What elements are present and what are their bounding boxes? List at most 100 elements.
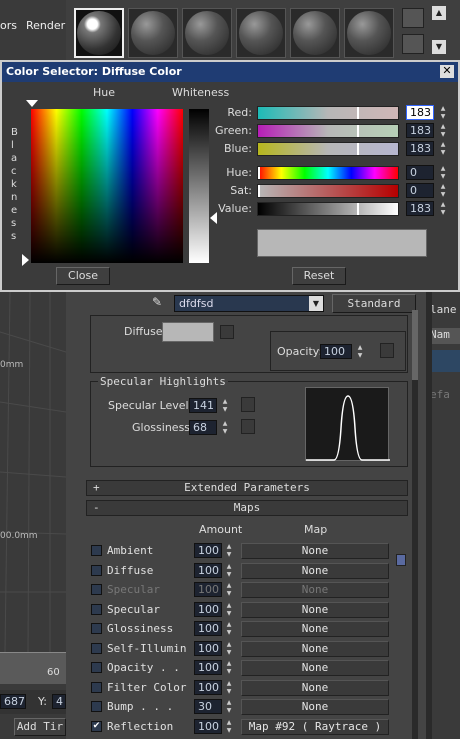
- scroll-up-icon[interactable]: ▲: [432, 6, 446, 20]
- map-slot-button[interactable]: None: [241, 562, 389, 579]
- coord-x-field[interactable]: 687: [0, 694, 26, 709]
- right-panel-scrollbar[interactable]: [426, 292, 432, 739]
- channel-value[interactable]: 183: [406, 105, 434, 120]
- material-dropdown-icon[interactable]: ▼: [309, 296, 323, 311]
- channel-spinner[interactable]: ▲ ▼: [439, 183, 447, 198]
- map-amount[interactable]: 100: [194, 601, 222, 617]
- pick-material-icon[interactable]: ✎: [152, 295, 162, 309]
- channel-spinner[interactable]: ▲ ▼: [439, 201, 447, 216]
- map-amount[interactable]: 100: [194, 640, 222, 656]
- right-panel-selection[interactable]: [430, 350, 460, 372]
- map-amount-spinner[interactable]: ▲ ▼: [225, 543, 233, 558]
- map-slot-button[interactable]: None: [241, 601, 389, 618]
- channel-spinner[interactable]: ▲ ▼: [439, 105, 447, 120]
- material-name-field[interactable]: dfdfsd ▼: [174, 295, 324, 312]
- channel-slider[interactable]: [257, 202, 399, 216]
- glossiness-spinner[interactable]: ▲ ▼: [221, 420, 229, 435]
- whiteness-bar[interactable]: [189, 109, 209, 263]
- map-enable-checkbox[interactable]: [91, 681, 102, 693]
- map-amount-spinner[interactable]: ▲ ▼: [225, 719, 233, 734]
- map-slot-button[interactable]: None: [241, 582, 389, 598]
- channel-slider-thumb[interactable]: [357, 125, 360, 137]
- add-time-tag-button[interactable]: Add Tir: [14, 718, 66, 736]
- map-enable-checkbox[interactable]: ✔: [91, 720, 102, 732]
- map-amount[interactable]: 100: [194, 660, 222, 675]
- map-enable-checkbox[interactable]: [91, 584, 102, 595]
- map-amount[interactable]: 100: [194, 621, 222, 636]
- map-slot-button[interactable]: None: [241, 640, 389, 657]
- blackness-pointer-icon[interactable]: [22, 254, 29, 266]
- specular-level-map-button[interactable]: [241, 397, 255, 412]
- channel-value[interactable]: 183: [406, 123, 434, 138]
- channel-slider-thumb[interactable]: [258, 167, 260, 179]
- material-type-button[interactable]: Standard: [332, 294, 416, 313]
- backlight-icon[interactable]: [402, 34, 424, 54]
- map-slot-button[interactable]: None: [241, 660, 389, 676]
- map-enable-checkbox[interactable]: [91, 603, 102, 615]
- channel-spinner[interactable]: ▲ ▼: [439, 123, 447, 138]
- channel-slider-thumb[interactable]: [357, 203, 360, 215]
- glossiness-map-button[interactable]: [241, 419, 255, 434]
- reset-button[interactable]: Reset: [292, 267, 346, 285]
- hue-pointer-icon[interactable]: [26, 100, 38, 107]
- map-amount[interactable]: 30: [194, 699, 222, 714]
- map-slot-button[interactable]: Map #92 ( Raytrace ): [241, 718, 389, 735]
- lock-icon[interactable]: [396, 554, 406, 566]
- channel-slider[interactable]: [257, 166, 399, 180]
- hue-blackness-field[interactable]: [31, 109, 183, 263]
- channel-value[interactable]: 183: [406, 141, 434, 156]
- sample-slot-5[interactable]: [290, 8, 340, 58]
- channel-slider[interactable]: [257, 142, 399, 156]
- sample-slot-3[interactable]: [182, 8, 232, 58]
- map-amount-spinner[interactable]: ▲ ▼: [225, 641, 233, 656]
- opacity-map-button[interactable]: [380, 343, 394, 358]
- time-ruler[interactable]: 60: [0, 652, 66, 684]
- opacity-spinner[interactable]: ▲ ▼: [356, 344, 364, 359]
- map-amount-spinner[interactable]: ▲ ▼: [225, 563, 233, 578]
- channel-slider[interactable]: [257, 106, 399, 120]
- channel-value[interactable]: 0: [406, 165, 434, 180]
- map-enable-checkbox[interactable]: [91, 701, 102, 712]
- map-amount-spinner[interactable]: ▲ ▼: [225, 680, 233, 695]
- dialog-titlebar[interactable]: Color Selector: Diffuse Color ✕: [2, 62, 458, 82]
- menu-item-2[interactable]: Renderi: [26, 19, 68, 32]
- map-amount-spinner[interactable]: ▲ ▼: [225, 582, 233, 597]
- channel-spinner[interactable]: ▲ ▼: [439, 141, 447, 156]
- sample-slot-4[interactable]: [236, 8, 286, 58]
- channel-value[interactable]: 183: [406, 201, 434, 216]
- channel-slider-thumb[interactable]: [258, 185, 260, 197]
- map-amount-spinner[interactable]: ▲ ▼: [225, 621, 233, 636]
- map-slot-button[interactable]: None: [241, 679, 389, 696]
- map-slot-button[interactable]: None: [241, 699, 389, 715]
- specular-level-spinner[interactable]: ▲ ▼: [221, 398, 229, 413]
- close-icon[interactable]: ✕: [440, 65, 454, 78]
- panel-scrollbar-thumb[interactable]: [412, 310, 418, 380]
- map-amount[interactable]: 100: [194, 718, 222, 734]
- map-enable-checkbox[interactable]: [91, 662, 102, 673]
- map-amount[interactable]: 100: [194, 543, 222, 558]
- coord-y-field[interactable]: 4: [52, 694, 66, 709]
- diffuse-color-swatch[interactable]: [162, 322, 214, 342]
- map-slot-button[interactable]: None: [241, 543, 389, 559]
- sample-slot-6[interactable]: [344, 8, 394, 58]
- close-button[interactable]: Close: [56, 267, 110, 285]
- channel-spinner[interactable]: ▲ ▼: [439, 165, 447, 180]
- sample-slot-1[interactable]: [74, 8, 124, 58]
- extended-params-rollout[interactable]: + Extended Parameters: [86, 480, 408, 496]
- map-enable-checkbox[interactable]: [91, 564, 102, 576]
- panel-scrollbar[interactable]: [412, 310, 418, 739]
- viewport[interactable]: 0mm 00.0mm 60 687 Y: 4 Add Tir: [0, 292, 66, 739]
- map-amount-spinner[interactable]: ▲ ▼: [225, 660, 233, 675]
- map-enable-checkbox[interactable]: [91, 623, 102, 634]
- specular-level-value[interactable]: 141: [189, 398, 217, 413]
- sample-type-icon[interactable]: [402, 8, 424, 28]
- maps-rollout[interactable]: - Maps: [86, 500, 408, 516]
- channel-slider-thumb[interactable]: [357, 143, 360, 155]
- opacity-value[interactable]: 100: [320, 344, 352, 359]
- map-amount[interactable]: 100: [194, 679, 222, 695]
- channel-slider[interactable]: [257, 184, 399, 198]
- map-amount[interactable]: 100: [194, 562, 222, 578]
- map-amount-spinner[interactable]: ▲ ▼: [225, 602, 233, 617]
- channel-slider[interactable]: [257, 124, 399, 138]
- channel-slider-thumb[interactable]: [357, 107, 360, 119]
